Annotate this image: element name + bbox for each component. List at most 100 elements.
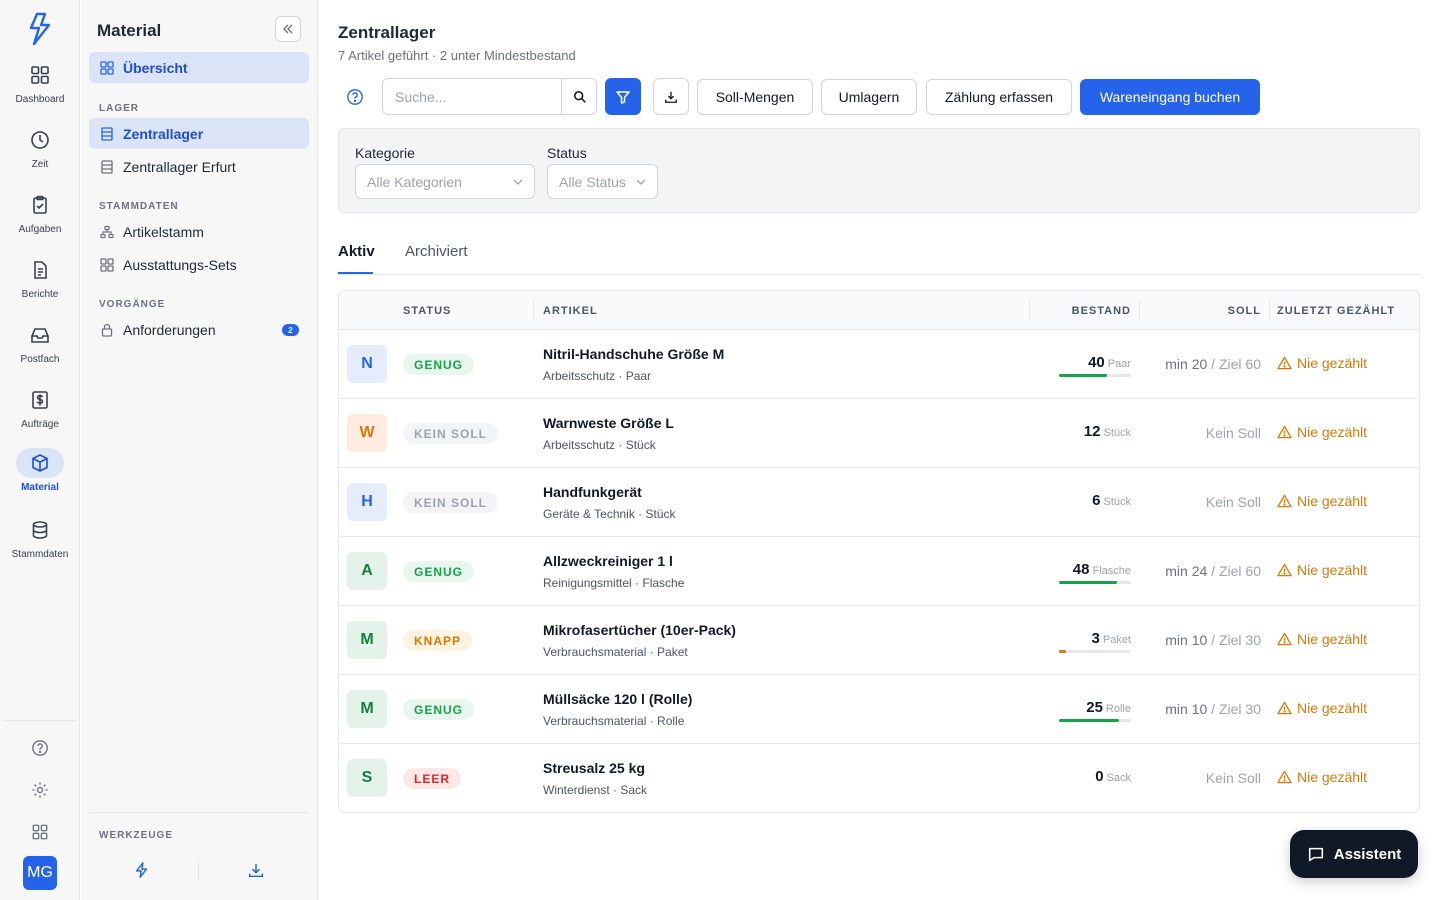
stock-unit: Stück xyxy=(1103,427,1131,439)
stock-progress-bar xyxy=(1059,581,1131,584)
table-row[interactable]: N GENUG Nitril-Handschuhe Größe M Arbeitssc… xyxy=(339,330,1419,399)
table-row[interactable]: M GENUG Müllsäcke 120 l (Rolle) Verbrauchsm… xyxy=(339,675,1419,744)
filter-icon xyxy=(616,90,630,104)
tools-divider xyxy=(198,860,199,880)
database-icon xyxy=(16,515,64,545)
item-name[interactable]: Mikrofasertücher (10er-Pack) xyxy=(543,622,736,638)
app-rail: Dashboard Zeit Aufgaben Berichte Postfac… xyxy=(0,0,80,900)
column-header-status[interactable]: STATUS xyxy=(403,305,451,317)
warning-triangle-icon xyxy=(1277,770,1292,784)
rail-item-auftraege[interactable]: Aufträge xyxy=(0,385,80,430)
box-icon xyxy=(16,448,64,478)
search-input[interactable] xyxy=(384,80,560,113)
item-meta: Geräte & Technik · Stück xyxy=(543,507,676,521)
status-badge: GENUG xyxy=(403,354,475,375)
zaehlung-erfassen-button[interactable]: Zählung erfassen xyxy=(926,79,1072,115)
assistant-button[interactable]: Assistent xyxy=(1290,830,1418,878)
table-row[interactable]: H KEIN SOLL Handfunkgerät Geräte & Technik … xyxy=(339,468,1419,537)
item-name[interactable]: Nitril-Handschuhe Größe M xyxy=(543,346,724,362)
tab-archiviert[interactable]: Archiviert xyxy=(405,243,468,260)
help-circle-icon[interactable] xyxy=(346,88,364,106)
chevron-down-icon xyxy=(635,176,647,188)
rail-item-postfach[interactable]: Postfach xyxy=(0,320,80,365)
soll-value: min 20 / Ziel 60 xyxy=(1165,356,1261,372)
column-header-artikel[interactable]: ARTIKEL xyxy=(543,305,598,317)
table-row[interactable]: A GENUG Allzweckreiniger 1 l Reinigungsmitt… xyxy=(339,537,1419,606)
stock-unit: Flasche xyxy=(1092,565,1131,577)
sidebar-item-ausstattungs-sets[interactable]: Ausstattungs-Sets xyxy=(89,249,309,280)
table-row[interactable]: M KNAPP Mikrofasertücher (10er-Pack) Verbra… xyxy=(339,606,1419,675)
table-row[interactable]: W KEIN SOLL Warnweste Größe L Arbeitsschutz… xyxy=(339,399,1419,468)
item-name[interactable]: Müllsäcke 120 l (Rolle) xyxy=(543,691,692,707)
hierarchy-icon xyxy=(100,225,114,239)
tab-aktiv[interactable]: Aktiv xyxy=(338,243,375,260)
kategorie-select[interactable]: Alle Kategorien xyxy=(355,164,535,199)
item-avatar: W xyxy=(347,414,387,452)
filter-button[interactable] xyxy=(605,78,641,115)
sidebar-item-anforderungen[interactable]: Anforderungen 2 xyxy=(89,314,309,345)
app-logo-icon[interactable] xyxy=(26,12,54,46)
soll-min: min 10 xyxy=(1165,701,1208,717)
rail-label: Postfach xyxy=(20,354,60,365)
rail-item-aufgaben[interactable]: Aufgaben xyxy=(0,190,80,235)
soll-min: min 10 xyxy=(1165,632,1208,648)
rail-item-stammdaten[interactable]: Stammdaten xyxy=(0,515,80,560)
last-counted-text: Nie gezählt xyxy=(1297,355,1368,371)
sidebar-item-artikelstamm[interactable]: Artikelstamm xyxy=(89,216,309,247)
item-name[interactable]: Handfunkgerät xyxy=(543,484,642,500)
stock-value: 12 Stück xyxy=(1084,423,1131,441)
warning-triangle-icon xyxy=(1277,632,1292,646)
soll-mengen-button[interactable]: Soll-Mengen xyxy=(697,79,813,115)
last-counted: Nie gezählt xyxy=(1277,424,1367,440)
sidebar-item-label: Zentrallager xyxy=(123,125,204,142)
sidebar-item-label: Übersicht xyxy=(123,59,188,76)
column-header-zuletzt-gezaehlt[interactable]: ZULETZT GEZÄHLT xyxy=(1277,305,1395,317)
export-button[interactable] xyxy=(653,78,689,115)
umlagern-button[interactable]: Umlagern xyxy=(821,79,917,115)
last-counted-text: Nie gezählt xyxy=(1297,631,1368,647)
download-icon[interactable] xyxy=(244,858,268,882)
status-select[interactable]: Alle Status xyxy=(547,164,658,199)
rail-label: Dashboard xyxy=(15,94,65,105)
quick-action-lightning-icon[interactable] xyxy=(130,858,154,882)
material-sidebar: Material Übersicht LAGER Zentrallager Ze… xyxy=(81,0,318,900)
soll-value: Kein Soll xyxy=(1206,425,1261,441)
soll-value: min 10 / Ziel 30 xyxy=(1165,701,1261,717)
soll-text: Kein Soll xyxy=(1205,425,1261,441)
rail-item-zeit[interactable]: Zeit xyxy=(0,125,80,170)
item-avatar: N xyxy=(347,345,387,383)
apps-grid-icon[interactable] xyxy=(28,820,52,844)
last-counted-text: Nie gezählt xyxy=(1297,769,1368,785)
avatar[interactable]: MG xyxy=(23,856,57,890)
status-value: Alle Status xyxy=(559,173,626,190)
clipboard-check-icon xyxy=(16,190,64,220)
stock-value: 0 Sack xyxy=(1095,768,1131,786)
column-header-soll[interactable]: SOLL xyxy=(1228,305,1261,317)
sidebar-item-uebersicht[interactable]: Übersicht xyxy=(89,52,309,83)
chat-bubble-icon xyxy=(1307,845,1325,863)
rail-item-dashboard[interactable]: Dashboard xyxy=(0,60,80,105)
item-name[interactable]: Allzweckreiniger 1 l xyxy=(543,553,673,569)
stock-progress-bar xyxy=(1059,650,1131,653)
item-name[interactable]: Streusalz 25 kg xyxy=(543,760,645,776)
stock-number: 6 xyxy=(1092,492,1101,509)
last-counted: Nie gezählt xyxy=(1277,493,1367,509)
column-header-bestand[interactable]: BESTAND xyxy=(1072,305,1131,317)
sidebar-item-zentrallager-erfurt[interactable]: Zentrallager Erfurt xyxy=(89,151,309,182)
last-counted: Nie gezählt xyxy=(1277,700,1367,716)
sidebar-item-zentrallager[interactable]: Zentrallager xyxy=(89,118,309,149)
item-name[interactable]: Warnweste Größe L xyxy=(543,415,674,431)
search-field xyxy=(382,78,597,115)
stock-progress-bar xyxy=(1059,719,1131,722)
item-meta: Winterdienst · Sack xyxy=(543,783,648,797)
rail-item-berichte[interactable]: Berichte xyxy=(0,255,80,300)
wareneingang-buchen-button[interactable]: Wareneingang buchen xyxy=(1080,79,1260,115)
gear-icon[interactable] xyxy=(28,778,52,802)
table-row[interactable]: S LEER Streusalz 25 kg Winterdienst · Sack 0… xyxy=(339,744,1419,812)
help-icon[interactable] xyxy=(28,736,52,760)
rail-item-material[interactable]: Material xyxy=(0,448,80,493)
inventory-table: STATUS ARTIKEL BESTAND SOLL ZULETZT GEZÄ… xyxy=(338,290,1420,813)
collapse-sidebar-button[interactable] xyxy=(275,16,301,42)
search-button[interactable] xyxy=(561,79,597,114)
stock-value: 48 Flasche xyxy=(1073,561,1131,579)
